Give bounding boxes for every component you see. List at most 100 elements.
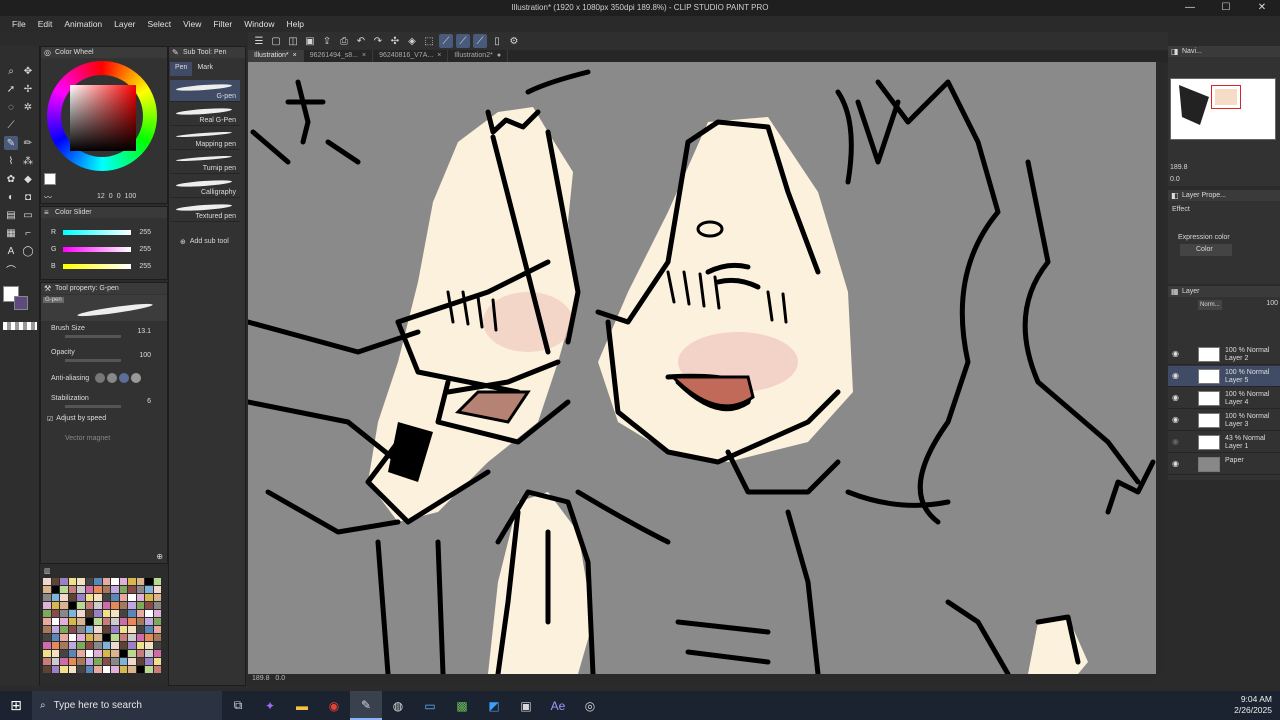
color-swatch[interactable]: [153, 642, 161, 649]
stabilization-row[interactable]: Stabilization: [51, 395, 121, 408]
color-swatch[interactable]: [85, 602, 93, 609]
color-swatch[interactable]: [128, 618, 136, 625]
brush-g-pen[interactable]: G-pen: [170, 80, 240, 102]
layer-row[interactable]: ◉ 100 % Normal Layer 4: [1168, 388, 1280, 409]
color-swatch[interactable]: [128, 626, 136, 633]
color-swatch[interactable]: [51, 642, 59, 649]
color-swatch[interactable]: [128, 602, 136, 609]
blend-mode-select[interactable]: Norm...: [1198, 300, 1222, 310]
color-swatch[interactable]: [128, 634, 136, 641]
eye-icon[interactable]: ◉: [1172, 459, 1179, 468]
color-swatch[interactable]: [85, 666, 93, 673]
color-swatch[interactable]: [43, 602, 51, 609]
snap-ruler-icon[interactable]: ⟋: [439, 34, 453, 48]
color-swatch[interactable]: [94, 626, 102, 633]
color-swatch[interactable]: [145, 578, 153, 585]
color-swatch[interactable]: [128, 666, 136, 673]
color-swatch[interactable]: [136, 602, 144, 609]
color-swatch[interactable]: [60, 594, 68, 601]
doc-tab[interactable]: 96240816_V7A... ×: [373, 50, 449, 62]
color-swatch[interactable]: [128, 642, 136, 649]
tab-marker[interactable]: Mark: [192, 62, 218, 76]
color-swatch[interactable]: [136, 578, 144, 585]
color-swatch[interactable]: [145, 650, 153, 657]
color-swatch[interactable]: [77, 626, 85, 633]
color-swatch[interactable]: [60, 658, 68, 665]
panel-options-icon[interactable]: ⊕: [156, 552, 163, 561]
color-swatch[interactable]: [102, 602, 110, 609]
menu-help[interactable]: Help: [280, 19, 309, 29]
add-sub-tool-button[interactable]: ⊕ Add sub tool: [180, 238, 229, 246]
color-swatch[interactable]: [136, 610, 144, 617]
color-swatch[interactable]: [85, 578, 93, 585]
move-icon[interactable]: ✥: [21, 64, 35, 78]
color-swatch[interactable]: [102, 658, 110, 665]
color-swatch[interactable]: [85, 650, 93, 657]
color-swatch[interactable]: [145, 594, 153, 601]
color-swatch[interactable]: [51, 594, 59, 601]
ruler-icon[interactable]: ⌐: [21, 226, 35, 240]
color-swatch[interactable]: [145, 618, 153, 625]
operation-icon[interactable]: ➚: [4, 82, 18, 96]
color-swatch[interactable]: [128, 586, 136, 593]
aa-medium-button[interactable]: [119, 373, 129, 383]
transparent-color-swatch[interactable]: [3, 322, 37, 330]
color-swatch[interactable]: [94, 610, 102, 617]
correct-line-icon[interactable]: ⌒: [4, 262, 18, 277]
menu-filter[interactable]: Filter: [207, 19, 238, 29]
stabilization-value[interactable]: 6: [147, 398, 151, 405]
color-swatch[interactable]: [43, 594, 51, 601]
color-swatch[interactable]: [85, 626, 93, 633]
aa-none-button[interactable]: [95, 373, 105, 383]
app-icon[interactable]: ◩: [478, 691, 510, 720]
color-swatch[interactable]: [77, 666, 85, 673]
eye-icon[interactable]: ◉: [1172, 437, 1179, 446]
color-swatch[interactable]: [136, 658, 144, 665]
fill-icon[interactable]: ◈: [405, 34, 419, 48]
r-slider[interactable]: R 255: [51, 227, 151, 237]
eye-icon[interactable]: ◉: [1172, 371, 1179, 380]
pen-icon[interactable]: ✎: [4, 136, 18, 150]
pencil-icon[interactable]: ✏: [21, 136, 35, 150]
fill-icon[interactable]: ◘: [21, 190, 35, 204]
balloon-icon[interactable]: ◯: [21, 244, 35, 258]
color-swatch[interactable]: [51, 626, 59, 633]
color-swatch[interactable]: [94, 618, 102, 625]
color-swatch[interactable]: [85, 618, 93, 625]
color-swatch[interactable]: [153, 658, 161, 665]
eye-icon[interactable]: ◉: [1172, 393, 1179, 402]
new-icon[interactable]: ▢: [269, 34, 283, 48]
color-swatch[interactable]: [111, 610, 119, 617]
color-swatch[interactable]: [43, 666, 51, 673]
color-swatch[interactable]: [85, 658, 93, 665]
color-swatch[interactable]: [153, 650, 161, 657]
color-swatch[interactable]: [51, 650, 59, 657]
blend-icon[interactable]: ◐: [4, 190, 18, 204]
color-swatch[interactable]: [94, 634, 102, 641]
color-swatch[interactable]: [119, 642, 127, 649]
color-swatch[interactable]: [60, 642, 68, 649]
color-swatch[interactable]: [102, 578, 110, 585]
color-swatch[interactable]: [153, 578, 161, 585]
close-icon[interactable]: ×: [293, 50, 297, 62]
color-swatch[interactable]: [94, 594, 102, 601]
color-swatch[interactable]: [145, 626, 153, 633]
color-swatch[interactable]: [68, 666, 76, 673]
color-swatch[interactable]: [145, 658, 153, 665]
doc-tab[interactable]: Illustration2* ●: [448, 50, 509, 62]
obs-icon[interactable]: ◎: [574, 691, 606, 720]
color-swatch[interactable]: [68, 586, 76, 593]
color-swatch[interactable]: [128, 658, 136, 665]
color-swatch[interactable]: [51, 666, 59, 673]
nav-rotation[interactable]: 0.0: [1170, 176, 1180, 183]
checkbox-icon[interactable]: ☑: [47, 415, 53, 423]
color-swatch[interactable]: [51, 634, 59, 641]
color-swatch[interactable]: [77, 634, 85, 641]
color-swatch[interactable]: [145, 666, 153, 673]
color-swatch[interactable]: [111, 578, 119, 585]
layer-row[interactable]: ◉ 100 % Normal Layer 5: [1168, 366, 1280, 387]
aa-strong-button[interactable]: [131, 373, 141, 383]
color-swatch[interactable]: [77, 650, 85, 657]
color-swatch[interactable]: [153, 586, 161, 593]
color-swatch[interactable]: [51, 618, 59, 625]
